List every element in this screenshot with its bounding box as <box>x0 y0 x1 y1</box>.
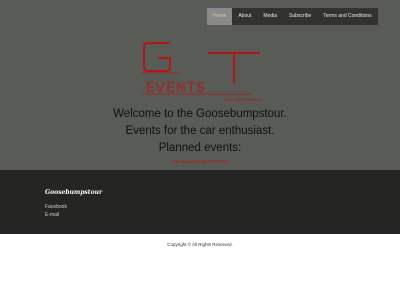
event-link[interactable]: The Goosebumps Tour 2022 <box>0 159 400 164</box>
nav-terms[interactable]: Terms and Conditions <box>317 8 377 25</box>
tagline-text: Events for the car enthusiast. <box>125 125 275 137</box>
svg-text:Goosebumpstour: Goosebumpstour <box>223 97 262 103</box>
page: Home About Media Subscribe Terms and Con… <box>0 0 400 300</box>
facebook-link[interactable]: Facebook <box>45 204 67 210</box>
welcome-heading: Welcome to the Goosebumpstour. <box>113 108 287 120</box>
copyright-text: Copyright © All Rights Reserved. <box>167 242 233 247</box>
nav-media[interactable]: Media <box>257 8 283 25</box>
nav-home[interactable]: Home <box>207 8 233 25</box>
footer: Goosebumpstour Facebook E-mail <box>0 170 400 234</box>
footer-brand: Goosebumpstour <box>45 189 103 196</box>
gt-events-logo: EVENTS Goosebumpstour <box>142 42 262 103</box>
hero-section: EVENTS Goosebumpstour Welcome to the Goo… <box>0 26 400 170</box>
nav-about[interactable]: About <box>232 8 257 25</box>
planned-events-heading: Planned events: <box>158 142 242 154</box>
nav-subscribe[interactable]: Subscribe <box>283 8 317 25</box>
email-link[interactable]: E-mail <box>45 212 59 218</box>
main-nav: Home About Media Subscribe Terms and Con… <box>207 8 378 25</box>
